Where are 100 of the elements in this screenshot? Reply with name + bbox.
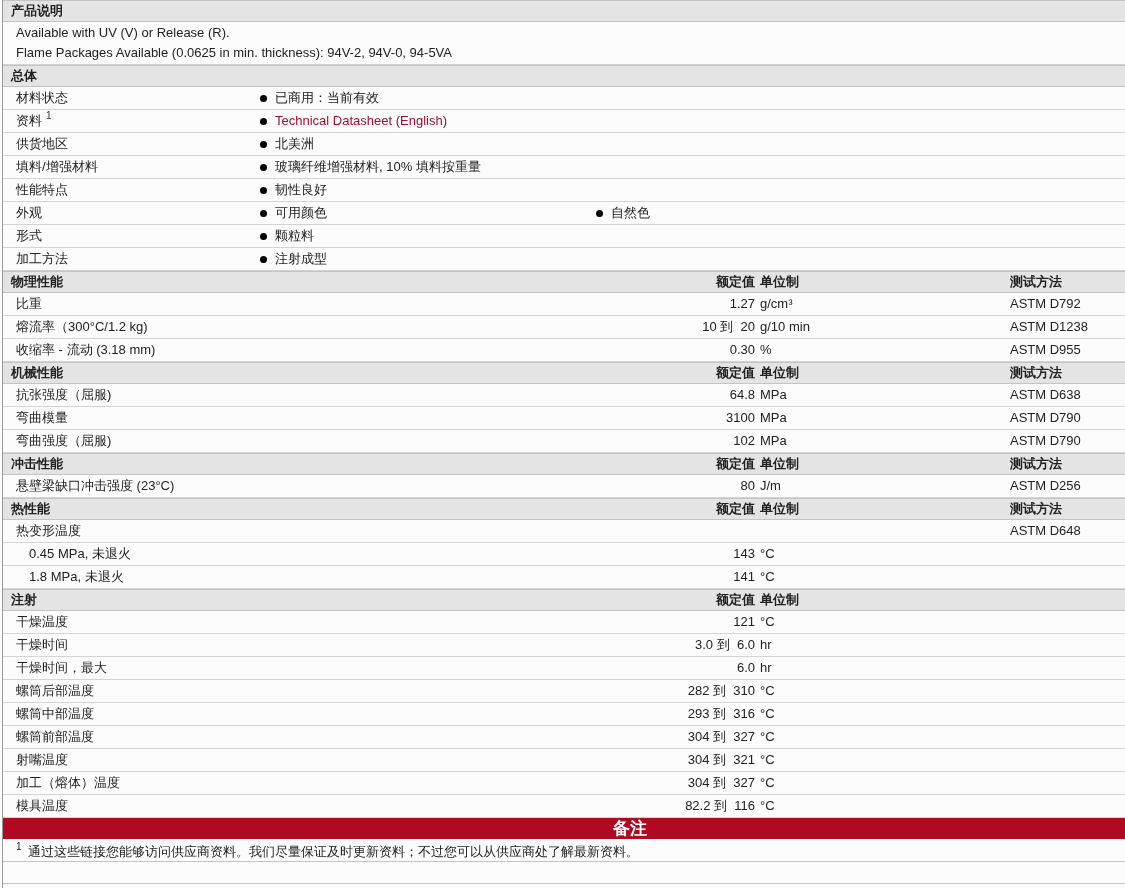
property-label: 螺筒前部温度 [15,728,95,747]
method-cell-text: ASTM D955 [1010,341,1082,360]
column-header: 额定值 [715,273,755,292]
column-header: 单位制 [759,591,800,610]
property-value: 自然色 [611,204,650,223]
property-label: 形式 [16,227,42,246]
value-cell-text: 82.2 到 116 [684,797,755,816]
property-label: 螺筒中部温度 [15,705,95,724]
property-label: 1.8 MPa, 未退火 [28,568,125,587]
description-text: Flame Packages Available (0.0625 in min. thickness): 94V-2, 94V-0, 94-5VA [15,44,453,62]
column-header: 测试方法 [1010,500,1063,519]
method-cell-text: ASTM D792 [1010,295,1082,314]
property-label: 热变形温度 [15,522,82,541]
unit-cell-text: g/10 min [759,318,811,337]
unit-cell-text: °C [759,751,776,770]
property-label: 射嘴温度 [15,751,69,770]
property-label: 性能特点 [16,181,68,200]
datasheet-link[interactable]: Technical Datasheet (English) [275,111,447,131]
property-label: 收缩率 - 流动 (3.18 mm) [15,341,157,360]
column-header: 额定值 [715,591,755,610]
property-value: 北美洲 [275,135,314,154]
unit-cell-text: MPa [759,432,788,451]
section-title: 冲击性能 [10,455,64,474]
value-cell-text: 282 到 310 [686,682,755,701]
value-cell-text: 304 到 327 [686,728,755,747]
value-cell-text: 3.0 到 6.0 [694,636,755,655]
section-title: 总体 [9,67,38,86]
value-cell-text: 304 到 321 [686,751,755,770]
property-label: 材料状态 [16,89,68,108]
value-cell-text: 102 [732,432,755,451]
value-cell-text: 6.0 [735,659,755,678]
footnote-mark: 1 [46,111,52,122]
bullet-icon [260,140,267,148]
unit-cell-text: °C [759,613,776,632]
column-header: 额定值 [715,500,755,519]
bullet-icon [260,117,267,125]
unit-cell-text: % [759,341,773,360]
description-text: Available with UV (V) or Release (R). [15,24,231,42]
bullet-icon [596,209,603,217]
property-label: 悬壁梁缺口冲击强度 (23°C) [15,477,176,496]
notes-title: 备注 [613,818,647,839]
method-cell-text: ASTM D638 [1010,386,1082,405]
property-value: 颗粒料 [275,227,314,246]
property-value: 可用颜色 [275,204,327,223]
bullet-icon [260,94,267,102]
property-value: 玻璃纤维增强材料, 10% 填料按重量 [275,158,481,177]
value-cell-text: 64.8 [728,386,755,405]
property-label: 资料 [16,112,42,131]
property-label: 加工方法 [16,250,68,269]
column-header: 测试方法 [1010,273,1063,292]
value-cell-text: 3100 [725,409,755,428]
section-title: 产品说明 [10,2,64,21]
section-title: 热性能 [10,500,51,519]
unit-cell-text: MPa [759,409,788,428]
section-title: 机械性能 [9,364,64,383]
value-cell-text: 304 到 327 [686,774,755,793]
property-label: 填料/增强材料 [16,158,98,177]
property-label: 加工（熔体）温度 [15,774,121,793]
unit-cell-text: g/cm³ [759,295,794,314]
value-cell-text: 0.30 [728,341,755,360]
property-label: 0.45 MPa, 未退火 [28,545,132,564]
column-header: 单位制 [759,455,800,474]
value-cell-text: 141 [732,568,755,587]
section-title: 物理性能 [10,273,64,292]
column-header: 测试方法 [1010,364,1063,383]
unit-cell-text: °C [759,774,776,793]
unit-cell-text: °C [759,797,776,816]
property-value: 韧性良好 [275,181,327,200]
value-cell-text: 121 [732,613,755,632]
property-label: 供货地区 [16,135,68,154]
property-label: 比重 [15,295,43,314]
property-value: 已商用：当前有效 [275,89,379,108]
column-header: 额定值 [715,364,755,383]
property-label: 外观 [16,204,42,223]
property-value: 注射成型 [275,250,327,269]
property-label: 弯曲强度（屈服) [15,432,113,451]
unit-cell-text: hr [759,636,773,655]
footnote-mark: 1 [16,842,22,852]
property-label: 螺筒后部温度 [15,682,95,701]
method-cell-text: ASTM D790 [1010,409,1082,428]
method-cell-text: ASTM D1238 [1010,318,1090,337]
unit-cell-text: °C [759,682,776,701]
method-cell-text: ASTM D790 [1010,432,1082,451]
footnote-text: 通过这些链接您能够访问供应商资料。我们尽量保证及时更新资料；不过您可以从供应商处了解最新资料。 [27,843,639,861]
column-header: 测试方法 [1010,455,1063,474]
property-label: 干燥温度 [15,613,69,632]
value-cell-text: 143 [732,545,755,564]
bullet-icon [260,209,267,217]
bullet-icon [260,255,267,263]
unit-cell-text: J/m [759,477,782,496]
unit-cell-text: MPa [759,386,788,405]
property-label: 模具温度 [15,797,69,816]
unit-cell-text: hr [759,659,773,678]
unit-cell-text: °C [759,545,776,564]
bullet-icon [260,186,267,194]
value-cell-text: 293 到 316 [686,705,755,724]
unit-cell-text: °C [759,705,776,724]
value-cell-text: 10 到 20 [701,318,755,337]
property-label: 干燥时间，最大 [15,659,108,678]
column-header: 单位制 [759,500,800,519]
